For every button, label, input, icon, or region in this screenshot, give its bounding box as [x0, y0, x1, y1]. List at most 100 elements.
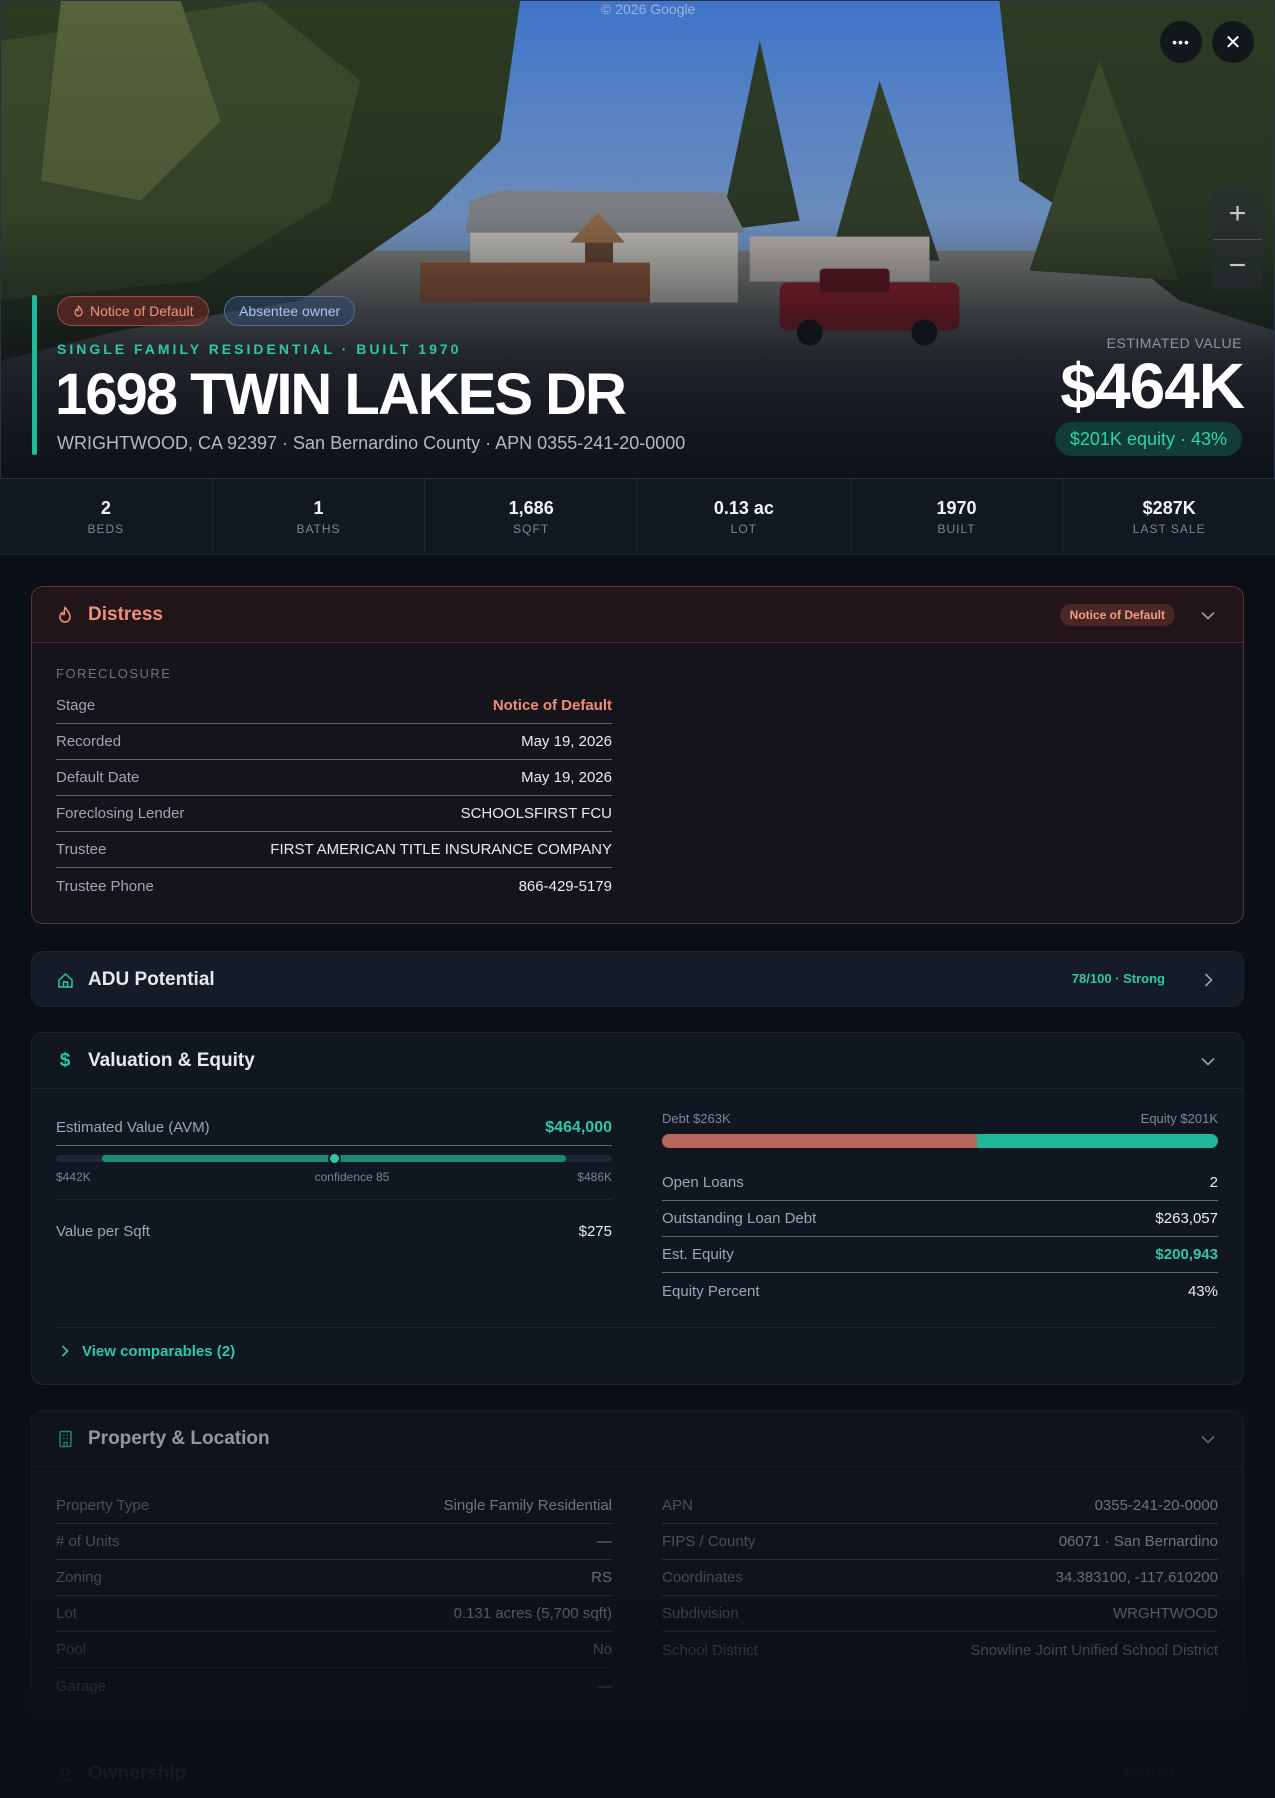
- more-icon: •••: [1172, 34, 1190, 50]
- row-value: 2: [1209, 1174, 1218, 1191]
- fips-county-row: FIPS / County 06071 · San Bernardino: [662, 1524, 1218, 1560]
- view-comparables-link[interactable]: View comparables (2): [56, 1327, 1218, 1360]
- row-key: FIPS / County: [662, 1533, 756, 1550]
- hero-accent-bar: [32, 295, 37, 455]
- row-value: Notice of Default: [492, 697, 612, 714]
- comparables-label: View comparables (2): [82, 1342, 236, 1360]
- garage-row: Garage —: [56, 1668, 612, 1704]
- ownership-card[interactable]: Ownership Absentee: [31, 1748, 1244, 1798]
- row-key: Open Loans: [662, 1174, 744, 1191]
- avm-confidence-label: confidence 85: [314, 1170, 390, 1184]
- row-key: Equity Percent: [662, 1282, 760, 1300]
- tag-label: Absentee owner: [239, 303, 341, 319]
- avm-row: Estimated Value (AVM) $464,000: [56, 1110, 612, 1146]
- distress-row-lender: Foreclosing Lender SCHOOLSFIRST FCU: [56, 796, 612, 832]
- close-button[interactable]: ✕: [1212, 21, 1254, 63]
- row-value: No: [592, 1641, 612, 1658]
- chevron-right-icon[interactable]: [1199, 971, 1217, 989]
- home-icon: [56, 971, 74, 989]
- row-value: —: [597, 1533, 612, 1550]
- row-value: 43%: [1187, 1282, 1218, 1300]
- apn-row: APN 0355-241-20-0000: [662, 1488, 1218, 1524]
- building-icon: [56, 1430, 74, 1448]
- stat-lot: 0.13 ac LOT: [638, 479, 851, 554]
- stat-label: LOT: [730, 521, 758, 536]
- avm-value: $464,000: [545, 1118, 612, 1136]
- chevron-right-icon: [60, 1342, 70, 1360]
- ownership-title: Ownership: [88, 1763, 187, 1784]
- dollar-icon: $: [59, 1049, 71, 1071]
- equity-pill: $201K equity · 43%: [1054, 422, 1242, 456]
- zoom-out-button[interactable]: −: [1213, 240, 1262, 291]
- subdivision-row: Subdivision WRGHTWOOD: [662, 1596, 1218, 1632]
- stat-beds: 2 BEDS: [0, 479, 213, 554]
- row-key: Coordinates: [662, 1569, 743, 1586]
- row-value[interactable]: 866-429-5179: [519, 878, 612, 895]
- stat-value: 2: [100, 497, 111, 518]
- chevron-down-icon[interactable]: [1199, 606, 1217, 624]
- divider: [56, 1199, 612, 1200]
- zoom-in-button[interactable]: +: [1213, 189, 1262, 240]
- row-key: Value per Sqft: [56, 1222, 150, 1240]
- row-key: Property Type: [56, 1497, 150, 1514]
- row-key: Outstanding Loan Debt: [662, 1210, 817, 1227]
- row-key: Estimated Value (AVM): [56, 1119, 210, 1136]
- distress-row-trustee: Trustee FIRST AMERICAN TITLE INSURANCE CO…: [56, 832, 612, 868]
- avm-value-marker: [327, 1152, 341, 1165]
- stat-value: 0.13 ac: [713, 497, 774, 518]
- stat-value: 1,686: [508, 497, 554, 518]
- estimated-value: $464K: [1060, 350, 1245, 422]
- distress-row-stage: Stage Notice of Default: [56, 688, 612, 724]
- distress-title: Distress: [88, 603, 163, 625]
- property-header[interactable]: Property & Location: [32, 1411, 1243, 1467]
- row-value: 06071 · San Bernardino: [1058, 1533, 1218, 1550]
- chevron-down-icon[interactable]: [1199, 1052, 1217, 1070]
- foreclosure-section-label: FORECLOSURE: [56, 666, 172, 681]
- row-value: 0355-241-20-0000: [1094, 1497, 1218, 1514]
- row-key: Trustee Phone: [56, 877, 154, 895]
- more-options-button[interactable]: •••: [1160, 21, 1202, 63]
- row-value: WRGHTWOOD: [1113, 1605, 1218, 1622]
- distress-row-default-date: Default Date May 19, 2026: [56, 760, 612, 796]
- flame-icon: [56, 606, 74, 624]
- row-key: School District: [662, 1641, 758, 1659]
- units-row: # of Units —: [56, 1524, 612, 1560]
- adu-header[interactable]: ADU Potential 78/100 · Strong: [32, 952, 1243, 1008]
- ownership-header[interactable]: Ownership Absentee: [32, 1749, 1243, 1798]
- chevron-down-icon[interactable]: [1199, 1430, 1217, 1448]
- tag-label: Notice of Default: [90, 303, 194, 319]
- adu-potential-card[interactable]: ADU Potential 78/100 · Strong: [31, 951, 1244, 1007]
- zoning-row: Zoning RS: [56, 1560, 612, 1596]
- distress-header[interactable]: Distress Notice of Default: [32, 587, 1243, 643]
- property-kicker: SINGLE FAMILY RESIDENTIAL · BUILT 1970: [57, 341, 462, 357]
- stat-value: $287K: [1142, 497, 1196, 518]
- property-stats-bar: 2 BEDS 1 BATHS 1,686 SQFT 0.13 ac LOT 1970 BU…: [0, 479, 1275, 555]
- map-watermark: © 2026 Google: [601, 1, 696, 17]
- debt-label: Debt $263K: [662, 1111, 731, 1126]
- row-value: SCHOOLSFIRST FCU: [460, 805, 612, 822]
- adu-title: ADU Potential: [88, 969, 215, 990]
- row-value: —: [597, 1677, 612, 1695]
- loan-debt-row: Outstanding Loan Debt $263,057: [662, 1201, 1218, 1237]
- row-key: Foreclosing Lender: [56, 805, 185, 822]
- property-title: Property & Location: [88, 1427, 270, 1449]
- property-address: 1698 TWIN LAKES DR: [55, 362, 627, 427]
- adu-score: 78/100 · Strong: [1071, 971, 1165, 986]
- debt-equity-labels: Debt $263K Equity $201K: [662, 1111, 1218, 1126]
- row-value: Snowline Joint Unified School District: [970, 1641, 1218, 1659]
- property-subaddress: WRIGHTWOOD, CA 92397 · San Bernardino Co…: [57, 433, 686, 453]
- equity-percent-row: Equity Percent 43%: [662, 1273, 1218, 1309]
- valuation-equity-card: $ Valuation & Equity Estimated Value (AV…: [31, 1032, 1244, 1385]
- stat-built: 1970 BUILT: [851, 479, 1064, 554]
- row-value: 34.383100, -117.610200: [1055, 1569, 1218, 1586]
- equity-segment: [977, 1134, 1218, 1148]
- pool-row: Pool No: [56, 1632, 612, 1668]
- stat-value: 1970: [936, 497, 977, 518]
- row-key: Trustee: [56, 841, 107, 858]
- avm-low-label: $442K: [56, 1170, 91, 1184]
- distress-card: Distress Notice of Default FORECLOSURE S…: [31, 586, 1244, 924]
- value-per-sqft-row: Value per Sqft $275: [56, 1213, 612, 1249]
- valuation-header[interactable]: $ Valuation & Equity: [32, 1033, 1243, 1089]
- row-value: $263,057: [1155, 1210, 1218, 1227]
- row-key: # of Units: [56, 1533, 120, 1550]
